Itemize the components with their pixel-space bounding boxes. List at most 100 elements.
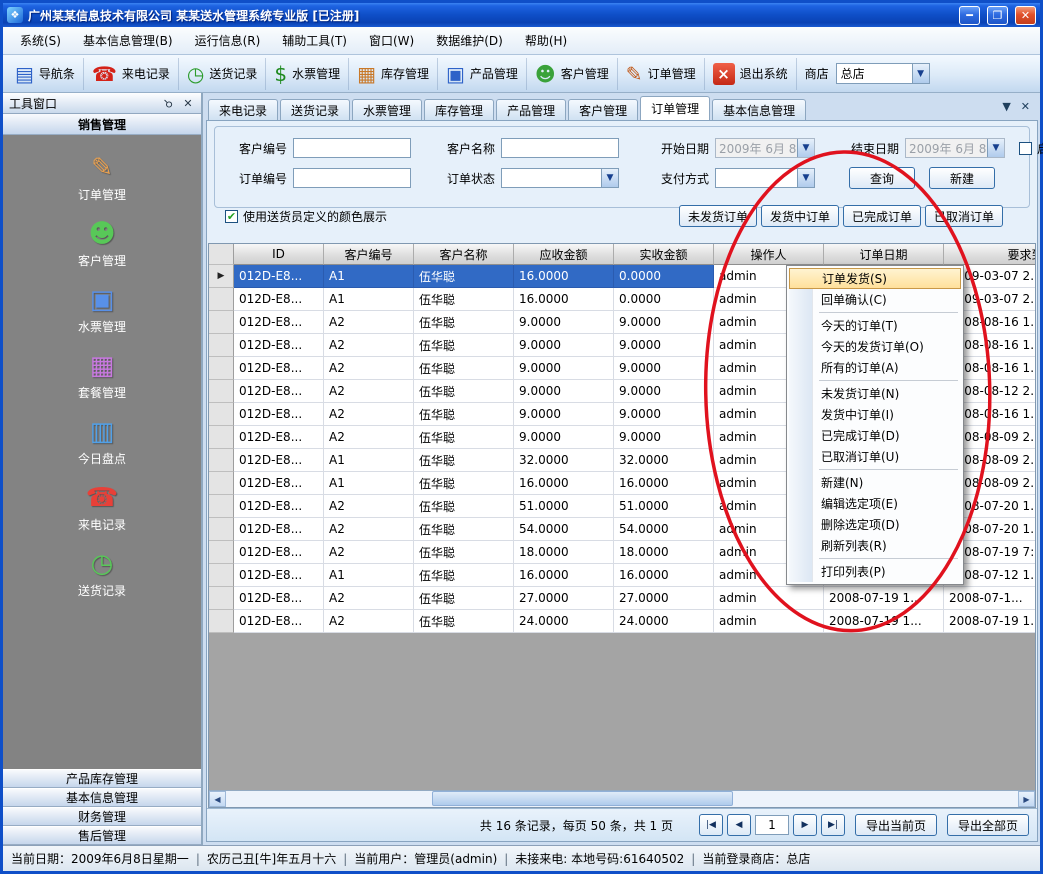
- pay-method-select[interactable]: ▼: [715, 168, 815, 188]
- context-menu-item-undelivered-orders[interactable]: 未发货订单(N): [789, 383, 961, 404]
- sidebar-band-product-inventory[interactable]: 产品库存管理: [3, 769, 201, 788]
- toolbar-water-ticket-button[interactable]: $水票管理: [266, 58, 349, 90]
- tab-call-records[interactable]: 来电记录: [208, 99, 278, 120]
- tab-customer[interactable]: 客户管理: [568, 99, 638, 120]
- tab-inventory[interactable]: 库存管理: [424, 99, 494, 120]
- enable-date-checkbox[interactable]: 启用: [1019, 140, 1043, 157]
- start-date-picker[interactable]: 2009年 6月 8日 ▼: [715, 138, 815, 158]
- column-header[interactable]: 订单日期: [824, 244, 944, 265]
- chevron-down-icon[interactable]: ▼: [912, 64, 929, 83]
- cancelled-orders-button[interactable]: 已取消订单: [925, 205, 1003, 227]
- sidebar-group-sales[interactable]: 销售管理: [3, 114, 201, 135]
- close-button[interactable]: ✕: [1015, 6, 1036, 25]
- new-button[interactable]: 新建: [929, 167, 995, 189]
- sidebar-item-package-management[interactable]: ▦套餐管理: [3, 343, 201, 409]
- sidebar-item-delivery-records[interactable]: ◷送货记录: [3, 541, 201, 607]
- row-selector[interactable]: [209, 541, 234, 564]
- checkbox-checked-icon[interactable]: ✔: [225, 210, 238, 223]
- row-selector[interactable]: [209, 610, 234, 633]
- menu-system[interactable]: 系统(S): [9, 27, 72, 54]
- page-number-input[interactable]: [755, 815, 789, 835]
- toolbar-order-button[interactable]: ✎订单管理: [618, 58, 705, 90]
- row-selector[interactable]: [209, 357, 234, 380]
- tab-water-ticket[interactable]: 水票管理: [352, 99, 422, 120]
- toolbar-delivery-records-button[interactable]: ◷送货记录: [179, 58, 266, 90]
- toolbar-customer-button[interactable]: ☻客户管理: [527, 58, 618, 90]
- store-select[interactable]: 总店 ▼: [836, 63, 930, 84]
- first-page-button[interactable]: |◀: [699, 814, 723, 836]
- chevron-down-icon[interactable]: ▼: [601, 169, 618, 187]
- checkbox-unchecked-icon[interactable]: [1019, 142, 1032, 155]
- order-status-select[interactable]: ▼: [501, 168, 619, 188]
- completed-orders-button[interactable]: 已完成订单: [843, 205, 921, 227]
- toolbar-call-records-button[interactable]: ☎来电记录: [84, 58, 179, 90]
- scroll-right-icon[interactable]: ▶: [1018, 791, 1035, 807]
- context-menu-item-refresh-list[interactable]: 刷新列表(R): [789, 535, 961, 556]
- menu-tools[interactable]: 辅助工具(T): [271, 27, 358, 54]
- row-selector[interactable]: [209, 334, 234, 357]
- next-page-button[interactable]: ▶: [793, 814, 817, 836]
- column-header[interactable]: 应收金额: [514, 244, 614, 265]
- context-menu-item-all-orders[interactable]: 所有的订单(A): [789, 357, 961, 378]
- row-selector[interactable]: [209, 403, 234, 426]
- context-menu-item-completed-orders[interactable]: 已完成订单(D): [789, 425, 961, 446]
- sidebar-item-order-management[interactable]: ✎订单管理: [3, 145, 201, 211]
- toolbar-exit-system-button[interactable]: ×退出系统: [705, 58, 797, 90]
- menu-data-maintenance[interactable]: 数据维护(D): [425, 27, 514, 54]
- export-all-pages-button[interactable]: 导出全部页: [947, 814, 1029, 836]
- row-selector[interactable]: [209, 311, 234, 334]
- end-date-picker[interactable]: 2009年 6月 8日 ▼: [905, 138, 1005, 158]
- chevron-down-icon[interactable]: ▼: [797, 139, 814, 157]
- column-header[interactable]: 实收金额: [614, 244, 714, 265]
- context-menu-item-delivering-orders[interactable]: 发货中订单(I): [789, 404, 961, 425]
- tab-list-chevron-icon[interactable]: ▼: [1002, 100, 1010, 113]
- context-menu-item-deliver-order[interactable]: 订单发货(S): [789, 268, 961, 289]
- sidebar-item-call-records[interactable]: ☎来电记录: [3, 475, 201, 541]
- context-menu-item-delete-selected[interactable]: 删除选定项(D): [789, 514, 961, 535]
- minimize-button[interactable]: ━: [959, 6, 980, 25]
- prev-page-button[interactable]: ◀: [727, 814, 751, 836]
- row-selector[interactable]: [209, 449, 234, 472]
- query-button[interactable]: 查询: [849, 167, 915, 189]
- context-menu-item-cancelled-orders[interactable]: 已取消订单(U): [789, 446, 961, 467]
- export-current-page-button[interactable]: 导出当前页: [855, 814, 937, 836]
- tab-close-icon[interactable]: ✕: [1021, 100, 1030, 113]
- row-selector[interactable]: [209, 564, 234, 587]
- menu-help[interactable]: 帮助(H): [514, 27, 578, 54]
- customer-no-input[interactable]: [293, 138, 411, 158]
- menu-basic-info[interactable]: 基本信息管理(B): [72, 27, 184, 54]
- context-menu-item-today-delivery-orders[interactable]: 今天的发货订单(O): [789, 336, 961, 357]
- deliveryman-color-checkbox[interactable]: ✔ 使用送货员定义的颜色展示: [225, 208, 387, 225]
- column-header[interactable]: 要求到货日期: [944, 244, 1035, 265]
- undelivered-orders-button[interactable]: 未发货订单: [679, 205, 757, 227]
- row-selector[interactable]: ▶: [209, 265, 234, 288]
- horizontal-scrollbar[interactable]: ◀ ▶: [209, 790, 1035, 807]
- delivering-orders-button[interactable]: 发货中订单: [761, 205, 839, 227]
- tab-product[interactable]: 产品管理: [496, 99, 566, 120]
- context-menu-item-print-list[interactable]: 打印列表(P): [789, 561, 961, 582]
- sidebar-item-customer-management[interactable]: ☻客户管理: [3, 211, 201, 277]
- context-menu-item-receipt-confirm[interactable]: 回单确认(C): [789, 289, 961, 310]
- row-selector[interactable]: [209, 472, 234, 495]
- row-selector[interactable]: [209, 518, 234, 541]
- context-menu-item-edit-selected[interactable]: 编辑选定项(E): [789, 493, 961, 514]
- column-header[interactable]: 客户编号: [324, 244, 414, 265]
- chevron-down-icon[interactable]: ▼: [987, 139, 1004, 157]
- context-menu-item-today-orders[interactable]: 今天的订单(T): [789, 315, 961, 336]
- scrollbar-thumb[interactable]: [432, 791, 733, 806]
- sidebar-band-basic-info[interactable]: 基本信息管理: [3, 788, 201, 807]
- last-page-button[interactable]: ▶|: [821, 814, 845, 836]
- menu-runtime-info[interactable]: 运行信息(R): [184, 27, 272, 54]
- tab-delivery-records[interactable]: 送货记录: [280, 99, 350, 120]
- toolbar-nav-bar-button[interactable]: ▤导航条: [7, 58, 84, 90]
- tab-basic-info[interactable]: 基本信息管理: [712, 99, 806, 120]
- column-header[interactable]: 客户名称: [414, 244, 514, 265]
- sidebar-band-finance[interactable]: 财务管理: [3, 807, 201, 826]
- scrollbar-track[interactable]: [226, 791, 1018, 807]
- close-icon[interactable]: ✕: [181, 97, 195, 110]
- column-header[interactable]: ID: [234, 244, 324, 265]
- menu-window[interactable]: 窗口(W): [358, 27, 425, 54]
- sidebar-item-today-inventory[interactable]: ▥今日盘点: [3, 409, 201, 475]
- sidebar-band-after-sales[interactable]: 售后管理: [3, 826, 201, 845]
- row-selector[interactable]: [209, 495, 234, 518]
